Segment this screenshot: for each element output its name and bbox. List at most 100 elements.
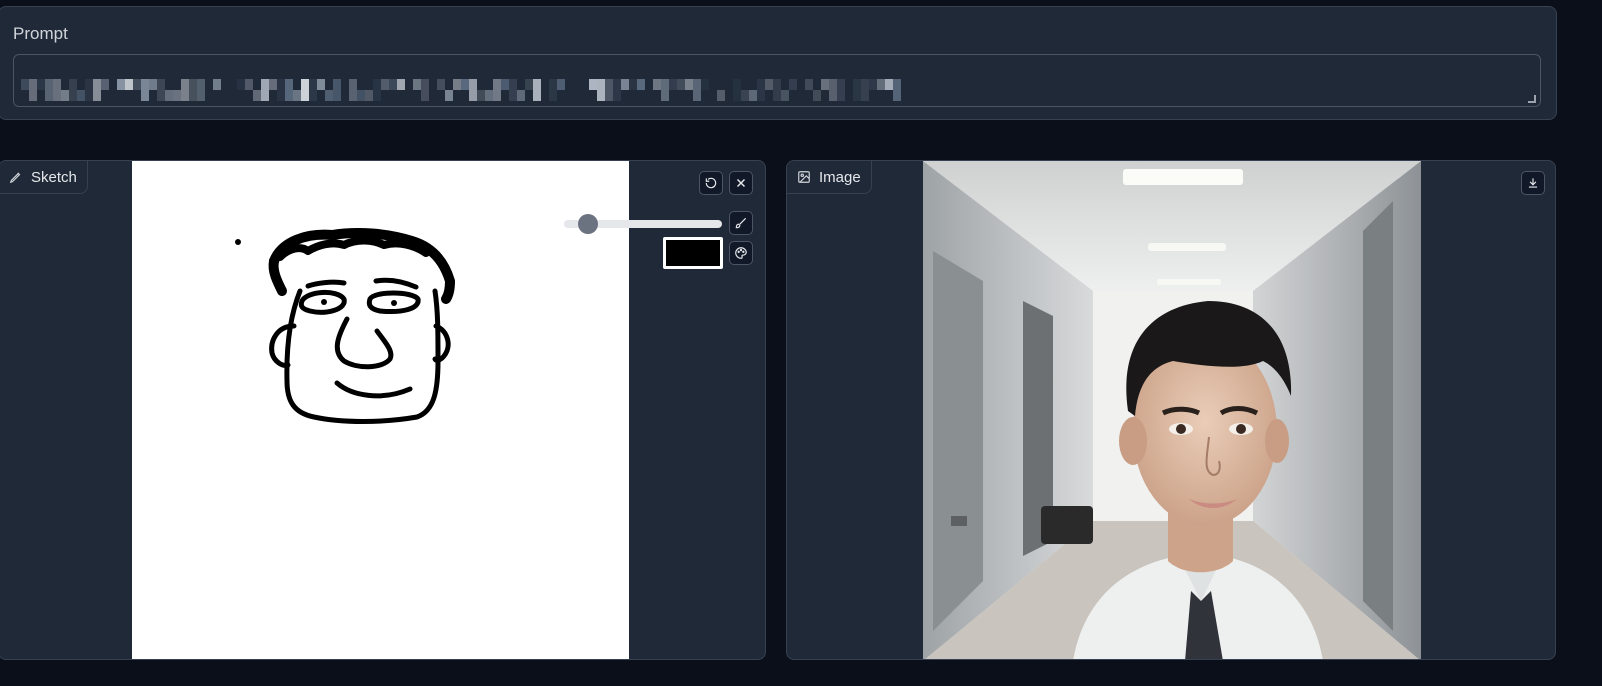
- redacted-pixel: [597, 79, 605, 101]
- palette-button[interactable]: [729, 241, 753, 265]
- redacted-pixel: [613, 79, 621, 101]
- redacted-pixel: [365, 90, 373, 101]
- slider-thumb[interactable]: [577, 214, 598, 234]
- redacted-pixel: [53, 79, 61, 101]
- redacted-pixel: [493, 79, 501, 101]
- redacted-prompt-text: [21, 79, 921, 101]
- redacted-pixel: [309, 79, 317, 101]
- redacted-pixel: [421, 79, 429, 101]
- redacted-pixel: [693, 79, 701, 101]
- redacted-pixel: [853, 79, 861, 101]
- redacted-pixel: [349, 79, 357, 101]
- redacted-pixel: [605, 79, 613, 101]
- prompt-block: Prompt: [0, 6, 1557, 120]
- image-panel: Image: [786, 160, 1556, 660]
- corridor-portrait: [923, 161, 1421, 659]
- redacted-pixel: [277, 79, 285, 101]
- sketch-panel: Sketch: [0, 160, 766, 660]
- redacted-pixel: [117, 79, 125, 90]
- redacted-pixel: [757, 79, 765, 101]
- redacted-pixel: [125, 79, 133, 90]
- redacted-pixel: [461, 79, 469, 90]
- redacted-pixel: [397, 79, 405, 90]
- redacted-pixel: [165, 90, 173, 101]
- redacted-pixel: [173, 90, 181, 101]
- pencil-icon: [9, 172, 21, 184]
- redacted-pixel: [477, 90, 485, 101]
- brush-button[interactable]: [729, 211, 753, 235]
- redacted-pixel: [509, 79, 517, 101]
- redacted-pixel: [789, 79, 797, 90]
- redacted-pixel: [749, 90, 757, 101]
- swatch-fill: [666, 240, 720, 266]
- redacted-pixel: [29, 79, 37, 101]
- redacted-pixel: [701, 79, 709, 90]
- redacted-pixel: [285, 79, 293, 101]
- clear-button[interactable]: [729, 171, 753, 195]
- redacted-pixel: [637, 79, 645, 90]
- brush-icon: [735, 217, 747, 229]
- redacted-pixel: [501, 79, 509, 90]
- redacted-pixel: [557, 79, 565, 90]
- redacted-pixel: [213, 79, 221, 90]
- redacted-pixel: [653, 79, 661, 90]
- redacted-pixel: [389, 79, 397, 90]
- redacted-pixel: [253, 90, 261, 101]
- redacted-pixel: [885, 79, 893, 90]
- redacted-pixel: [549, 79, 557, 101]
- sketch-tab: Sketch: [0, 161, 88, 194]
- redacted-pixel: [437, 79, 445, 90]
- redacted-pixel: [189, 79, 197, 101]
- redacted-pixel: [781, 90, 789, 101]
- redacted-pixel: [317, 79, 325, 90]
- sketch-canvas[interactable]: [132, 161, 629, 659]
- redacted-pixel: [661, 79, 669, 101]
- download-button[interactable]: [1521, 171, 1545, 195]
- brush-size-slider[interactable]: [564, 214, 722, 234]
- redacted-pixel: [333, 79, 341, 101]
- redacted-pixel: [133, 79, 141, 90]
- redacted-pixel: [453, 79, 461, 90]
- redacted-pixel: [685, 79, 693, 90]
- redacted-pixel: [245, 79, 253, 90]
- redacted-pixel: [525, 79, 533, 90]
- close-icon: [736, 178, 746, 188]
- redacted-pixel: [629, 79, 637, 90]
- resize-grip-icon[interactable]: [1528, 95, 1536, 103]
- redacted-pixel: [181, 79, 189, 101]
- redacted-pixel: [813, 90, 821, 101]
- redacted-pixel: [741, 90, 749, 101]
- redacted-pixel: [69, 79, 77, 101]
- face-drawing: [235, 228, 455, 424]
- redacted-pixel: [821, 79, 829, 90]
- redacted-pixel: [21, 79, 29, 90]
- redacted-pixel: [157, 79, 165, 101]
- redacted-pixel: [869, 79, 877, 90]
- redacted-pixel: [93, 79, 101, 101]
- redacted-pixel: [893, 79, 901, 101]
- redacted-pixel: [677, 79, 685, 90]
- redacted-pixel: [589, 79, 597, 90]
- image-tab: Image: [787, 161, 872, 194]
- redacted-pixel: [293, 90, 301, 101]
- redacted-pixel: [261, 79, 269, 101]
- redacted-pixel: [829, 79, 837, 101]
- redacted-pixel: [77, 90, 85, 101]
- redacted-pixel: [877, 79, 885, 90]
- redacted-pixel: [85, 79, 93, 101]
- generated-image: [923, 161, 1421, 659]
- redacted-pixel: [485, 90, 493, 101]
- redacted-pixel: [269, 79, 277, 90]
- undo-icon: [705, 177, 717, 189]
- redacted-pixel: [621, 79, 629, 90]
- redacted-pixel: [837, 79, 845, 101]
- image-icon: [798, 171, 810, 183]
- redacted-pixel: [101, 79, 109, 90]
- redacted-pixel: [237, 79, 245, 90]
- redacted-pixel: [733, 79, 741, 101]
- brush-color-swatch[interactable]: [663, 237, 723, 269]
- redacted-pixel: [669, 79, 677, 90]
- redacted-pixel: [805, 79, 813, 90]
- redacted-pixel: [413, 79, 421, 90]
- undo-button[interactable]: [699, 171, 723, 195]
